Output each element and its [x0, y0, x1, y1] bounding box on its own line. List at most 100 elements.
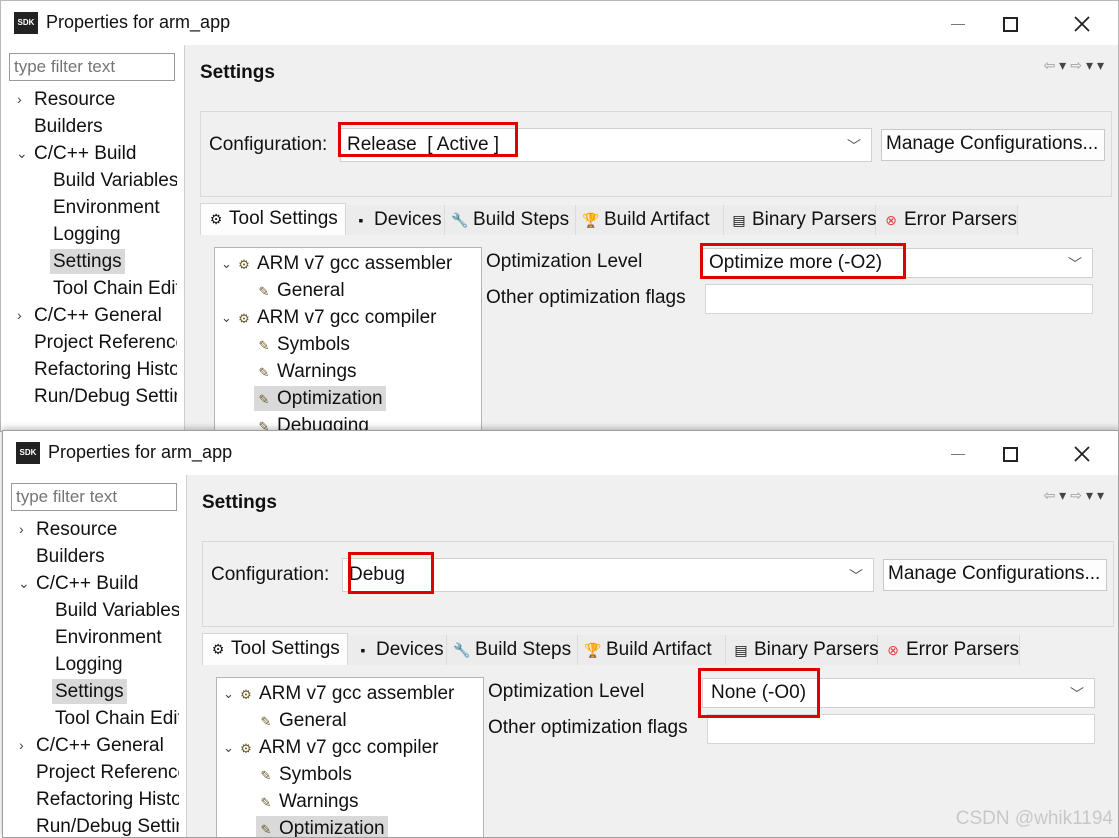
gears-icon: ⚙	[240, 741, 252, 756]
collapse-icon[interactable]: ⌄	[18, 571, 30, 596]
collapse-icon[interactable]: ⌄	[223, 681, 234, 706]
expand-icon[interactable]: ›	[19, 733, 24, 758]
nav-item-tool-chain-editor[interactable]: Tool Chain Editor	[53, 276, 177, 301]
back-icon[interactable]: ⇦	[1043, 487, 1059, 503]
expand-icon[interactable]: ›	[19, 517, 24, 542]
tab-build-artifact[interactable]: 🏆 Build Artifact	[578, 635, 726, 665]
nav-item-builders[interactable]: Builders	[34, 114, 103, 139]
optimization-level-dropdown[interactable]: Optimize more (-O2) ﹀	[700, 248, 1093, 278]
expand-icon[interactable]: ›	[17, 87, 22, 112]
tool-item-optimization[interactable]: ✎ Optimization	[256, 816, 388, 837]
error-icon: ⊗	[885, 212, 897, 228]
close-icon	[1074, 16, 1090, 32]
tool-item-general[interactable]: ✎ General	[254, 278, 345, 303]
sdk-app-icon: SDK	[16, 442, 40, 464]
tool-item-general[interactable]: ✎ General	[256, 708, 347, 733]
nav-item-logging[interactable]: Logging	[53, 222, 121, 247]
nav-item-resource[interactable]: Resource	[34, 87, 115, 112]
back-menu-icon[interactable]: ▾	[1059, 57, 1070, 73]
tab-binary-parsers[interactable]: ▤ Binary Parsers	[724, 205, 877, 235]
nav-item-refactoring-history[interactable]: Refactoring History	[36, 787, 179, 812]
nav-item-settings[interactable]: Settings	[50, 249, 125, 274]
nav-item-resource[interactable]: Resource	[36, 517, 117, 542]
forward-icon[interactable]: ⇨	[1070, 487, 1086, 503]
expand-icon[interactable]: ›	[17, 303, 22, 328]
nav-item-environment[interactable]: Environment	[55, 625, 162, 650]
back-menu-icon[interactable]: ▾	[1059, 487, 1070, 503]
tool-item-symbols[interactable]: ✎ Symbols	[254, 332, 350, 357]
optimization-level-dropdown[interactable]: None (-O0) ﹀	[702, 678, 1095, 708]
collapse-icon[interactable]: ⌄	[221, 251, 232, 276]
minimize-button[interactable]	[938, 437, 978, 471]
nav-item-refactoring-history[interactable]: Refactoring History	[34, 357, 177, 382]
manage-configurations-button[interactable]: Manage Configurations...	[883, 559, 1107, 591]
tool-item-optimization[interactable]: ✎ Optimization	[254, 386, 386, 411]
collapse-icon[interactable]: ⌄	[223, 735, 234, 760]
other-flags-input[interactable]	[705, 284, 1093, 314]
nav-item-tool-chain-editor[interactable]: Tool Chain Editor	[55, 706, 179, 731]
manage-configurations-button[interactable]: Manage Configurations...	[881, 129, 1105, 161]
back-icon[interactable]: ⇦	[1043, 57, 1059, 73]
filter-input[interactable]	[9, 53, 175, 81]
tab-build-steps[interactable]: 🔧 Build Steps	[447, 635, 578, 665]
nav-item-settings[interactable]: Settings	[52, 679, 127, 704]
tab-devices[interactable]: ▪ Devices	[348, 635, 447, 665]
tab-error-parsers[interactable]: ⊗ Error Parsers	[876, 205, 1018, 235]
collapse-icon[interactable]: ⌄	[221, 305, 232, 330]
nav-item-project-references[interactable]: Project References	[36, 760, 179, 785]
tab-devices[interactable]: ▪ Devices	[346, 205, 445, 235]
view-menu-icon[interactable]: ▾	[1097, 487, 1108, 503]
tab-tool-settings[interactable]: ⚙ Tool Settings	[202, 633, 348, 665]
history-nav[interactable]: ⇦▾⇨▾▾	[1043, 487, 1108, 504]
gears-icon: ⚙	[240, 687, 252, 702]
chip-icon: ▪	[358, 212, 364, 228]
configuration-dropdown[interactable]: Release [ Active ] ﹀	[340, 128, 872, 162]
tab-label: Build Artifact	[606, 639, 712, 660]
close-button[interactable]	[1062, 7, 1102, 41]
maximize-button[interactable]	[990, 437, 1030, 471]
configuration-dropdown[interactable]: Debug ﹀	[342, 558, 874, 592]
properties-window-debug: SDK Properties for arm_app › Resource Bu…	[2, 430, 1119, 838]
nav-item-cpp-general[interactable]: C/C++ General	[36, 733, 164, 758]
nav-item-logging[interactable]: Logging	[55, 652, 123, 677]
forward-menu-icon[interactable]: ▾	[1086, 487, 1097, 503]
nav-item-run-debug-settings[interactable]: Run/Debug Settings	[36, 814, 179, 837]
collapse-icon[interactable]: ⌄	[16, 141, 28, 166]
tool-item-compiler[interactable]: ⚙ ARM v7 gcc compiler	[236, 735, 439, 760]
tool-item-assembler[interactable]: ⚙ ARM v7 gcc assembler	[236, 681, 454, 706]
minimize-button[interactable]	[938, 7, 978, 41]
forward-icon[interactable]: ⇨	[1070, 57, 1086, 73]
history-nav[interactable]: ⇦▾⇨▾▾	[1043, 57, 1108, 74]
maximize-button[interactable]	[990, 7, 1030, 41]
tab-binary-parsers[interactable]: ▤ Binary Parsers	[726, 635, 879, 665]
tab-label: Devices	[376, 639, 444, 660]
nav-item-project-references[interactable]: Project References	[34, 330, 177, 355]
nav-item-cpp-build[interactable]: C/C++ Build	[36, 571, 138, 596]
tool-item-assembler[interactable]: ⚙ ARM v7 gcc assembler	[234, 251, 452, 276]
tool-item-symbols[interactable]: ✎ Symbols	[256, 762, 352, 787]
nav-item-build-variables[interactable]: Build Variables	[55, 598, 179, 623]
tool-item-label: ARM v7 gcc compiler	[257, 307, 437, 328]
tool-item-compiler[interactable]: ⚙ ARM v7 gcc compiler	[234, 305, 437, 330]
tool-settings-tree: ⌄ ⚙ ARM v7 gcc assembler ✎ General ⌄ ⚙ ARM …	[214, 247, 482, 431]
filter-input[interactable]	[11, 483, 177, 511]
view-menu-icon[interactable]: ▾	[1097, 57, 1108, 73]
tab-error-parsers[interactable]: ⊗ Error Parsers	[878, 635, 1020, 665]
tool-item-warnings[interactable]: ✎ Warnings	[254, 359, 357, 384]
tool-item-label: ARM v7 gcc compiler	[259, 737, 439, 758]
nav-item-run-debug-settings[interactable]: Run/Debug Settings	[34, 384, 177, 409]
nav-item-environment[interactable]: Environment	[53, 195, 160, 220]
nav-item-cpp-build[interactable]: C/C++ Build	[34, 141, 136, 166]
tab-build-artifact[interactable]: 🏆 Build Artifact	[576, 205, 724, 235]
nav-item-build-variables[interactable]: Build Variables	[53, 168, 177, 193]
nav-item-cpp-general[interactable]: C/C++ General	[34, 303, 162, 328]
close-icon	[1074, 446, 1090, 462]
tab-build-steps[interactable]: 🔧 Build Steps	[445, 205, 576, 235]
forward-menu-icon[interactable]: ▾	[1086, 57, 1097, 73]
close-button[interactable]	[1062, 437, 1102, 471]
nav-item-builders[interactable]: Builders	[36, 544, 105, 569]
tool-item-warnings[interactable]: ✎ Warnings	[256, 789, 359, 814]
tab-tool-settings[interactable]: ⚙ Tool Settings	[200, 203, 346, 235]
other-flags-input[interactable]	[707, 714, 1095, 744]
configuration-label: Configuration:	[209, 134, 328, 155]
